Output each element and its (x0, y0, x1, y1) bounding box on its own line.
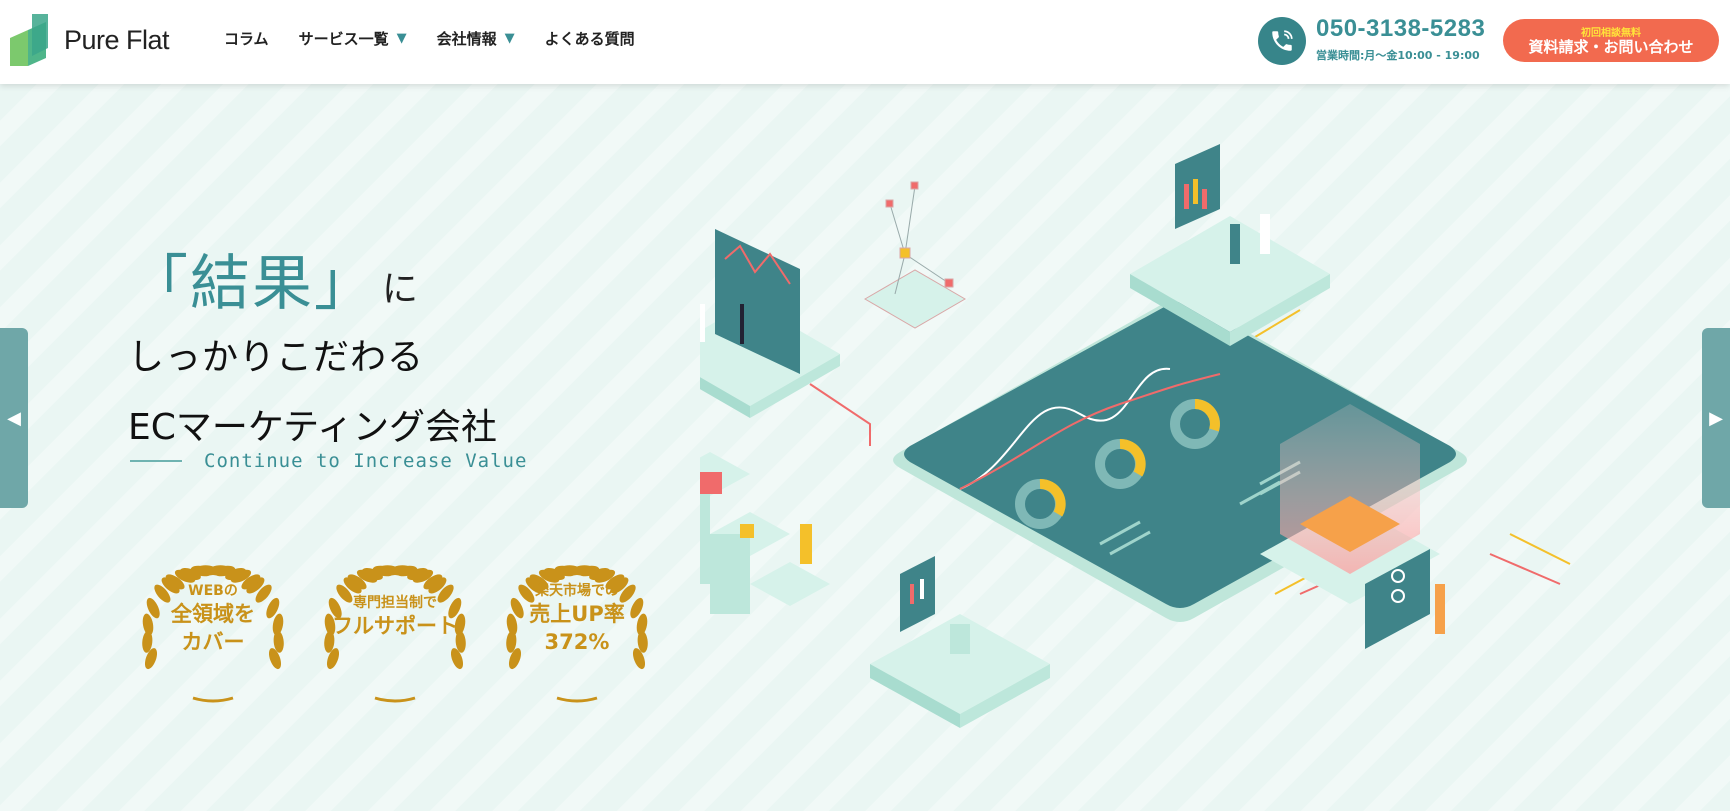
headline-line-2: しっかりこだわる (128, 337, 425, 378)
logo[interactable]: Pure Flat (10, 14, 170, 66)
badge-big-text: 売上UP率 (529, 602, 625, 626)
site-header: Pure Flat コラム サービス一覧 ▼ 会社情報 ▼ よくある質問 050… (0, 0, 1730, 84)
badge-big-text: 372% (544, 630, 610, 654)
badge-text: 専門担当制で フルサポート (310, 592, 480, 640)
badge-text: WEBの 全領域を カバー (128, 580, 298, 656)
hero-slider: ◀ ▶ 「結果」 に しっかりこだわる ECマーケティング会社 Continue… (0, 84, 1730, 811)
badge-small-text: 楽天市場での (535, 583, 619, 599)
stairs-platform (700, 452, 830, 614)
caret-down-icon: ▼ (504, 31, 515, 46)
caret-down-icon: ▼ (396, 31, 407, 46)
slider-prev-button[interactable]: ◀ (0, 328, 28, 508)
chevron-right-icon: ▶ (1709, 407, 1723, 429)
nav-item-label: コラム (224, 30, 269, 48)
headline-particle: に (382, 269, 419, 310)
badge-big-text: 全領域を (171, 602, 255, 626)
award-badge: 専門担当制で フルサポート (310, 554, 480, 704)
headline-line-3: ECマーケティング会社 (128, 407, 498, 448)
nav-item-column[interactable]: コラム (224, 28, 269, 49)
main-nav: コラム サービス一覧 ▼ 会社情報 ▼ よくある質問 (224, 28, 665, 49)
slider-next-button[interactable]: ▶ (1702, 328, 1730, 508)
logo-mark-icon (10, 14, 54, 66)
tagline-rule (130, 460, 182, 462)
desk-platform (870, 556, 1050, 728)
business-hours: 営業時間:月～金10:00 - 19:00 (1316, 49, 1480, 62)
phone-icon (1258, 17, 1306, 65)
badge-big-text: カバー (181, 630, 245, 654)
nav-item-label: 会社情報 (436, 30, 497, 48)
hero-tagline: Continue to Increase Value (130, 450, 527, 472)
award-badge: 楽天市場での 売上UP率 372% (492, 554, 662, 704)
award-badge: WEBの 全領域を カバー (128, 554, 298, 704)
cta-main-label: 資料請求・お問い合わせ (1528, 38, 1694, 56)
badge-text: 楽天市場での 売上UP率 372% (492, 580, 662, 656)
nav-item-services[interactable]: サービス一覧 ▼ (299, 28, 407, 49)
award-badges: WEBの 全領域を カバー 専門担当制で フルサポート 楽天市場での 売上UP率… (128, 554, 674, 704)
hero-headline: 「結果」 に しっかりこだわる ECマーケティング会社 (128, 254, 497, 450)
nav-item-label: サービス一覧 (298, 30, 389, 48)
network-platform (864, 181, 966, 329)
badge-small-text: WEBの (188, 583, 238, 599)
page: Pure Flat コラム サービス一覧 ▼ 会社情報 ▼ よくある質問 050… (0, 0, 1730, 811)
brand-name: Pure Flat (64, 24, 170, 55)
tagline-text: Continue to Increase Value (204, 450, 528, 472)
badge-big-text: フルサポート (332, 614, 458, 638)
nav-item-company[interactable]: 会社情報 ▼ (437, 28, 515, 49)
headline-line-1: 「結果」 に (128, 254, 497, 314)
nav-item-faq[interactable]: よくある質問 (545, 28, 635, 49)
contact-button[interactable]: 初回相談無料 資料請求・お問い合わせ (1503, 19, 1719, 62)
headline-emphasis: 「結果」 (128, 249, 376, 319)
phone-number[interactable]: 050-3138-5283 (1316, 15, 1485, 43)
chevron-left-icon: ◀ (7, 407, 21, 429)
badge-small-text: 専門担当制で (353, 595, 437, 611)
isometric-dashboard-illustration (700, 144, 1571, 728)
nav-item-label: よくある質問 (544, 30, 635, 48)
